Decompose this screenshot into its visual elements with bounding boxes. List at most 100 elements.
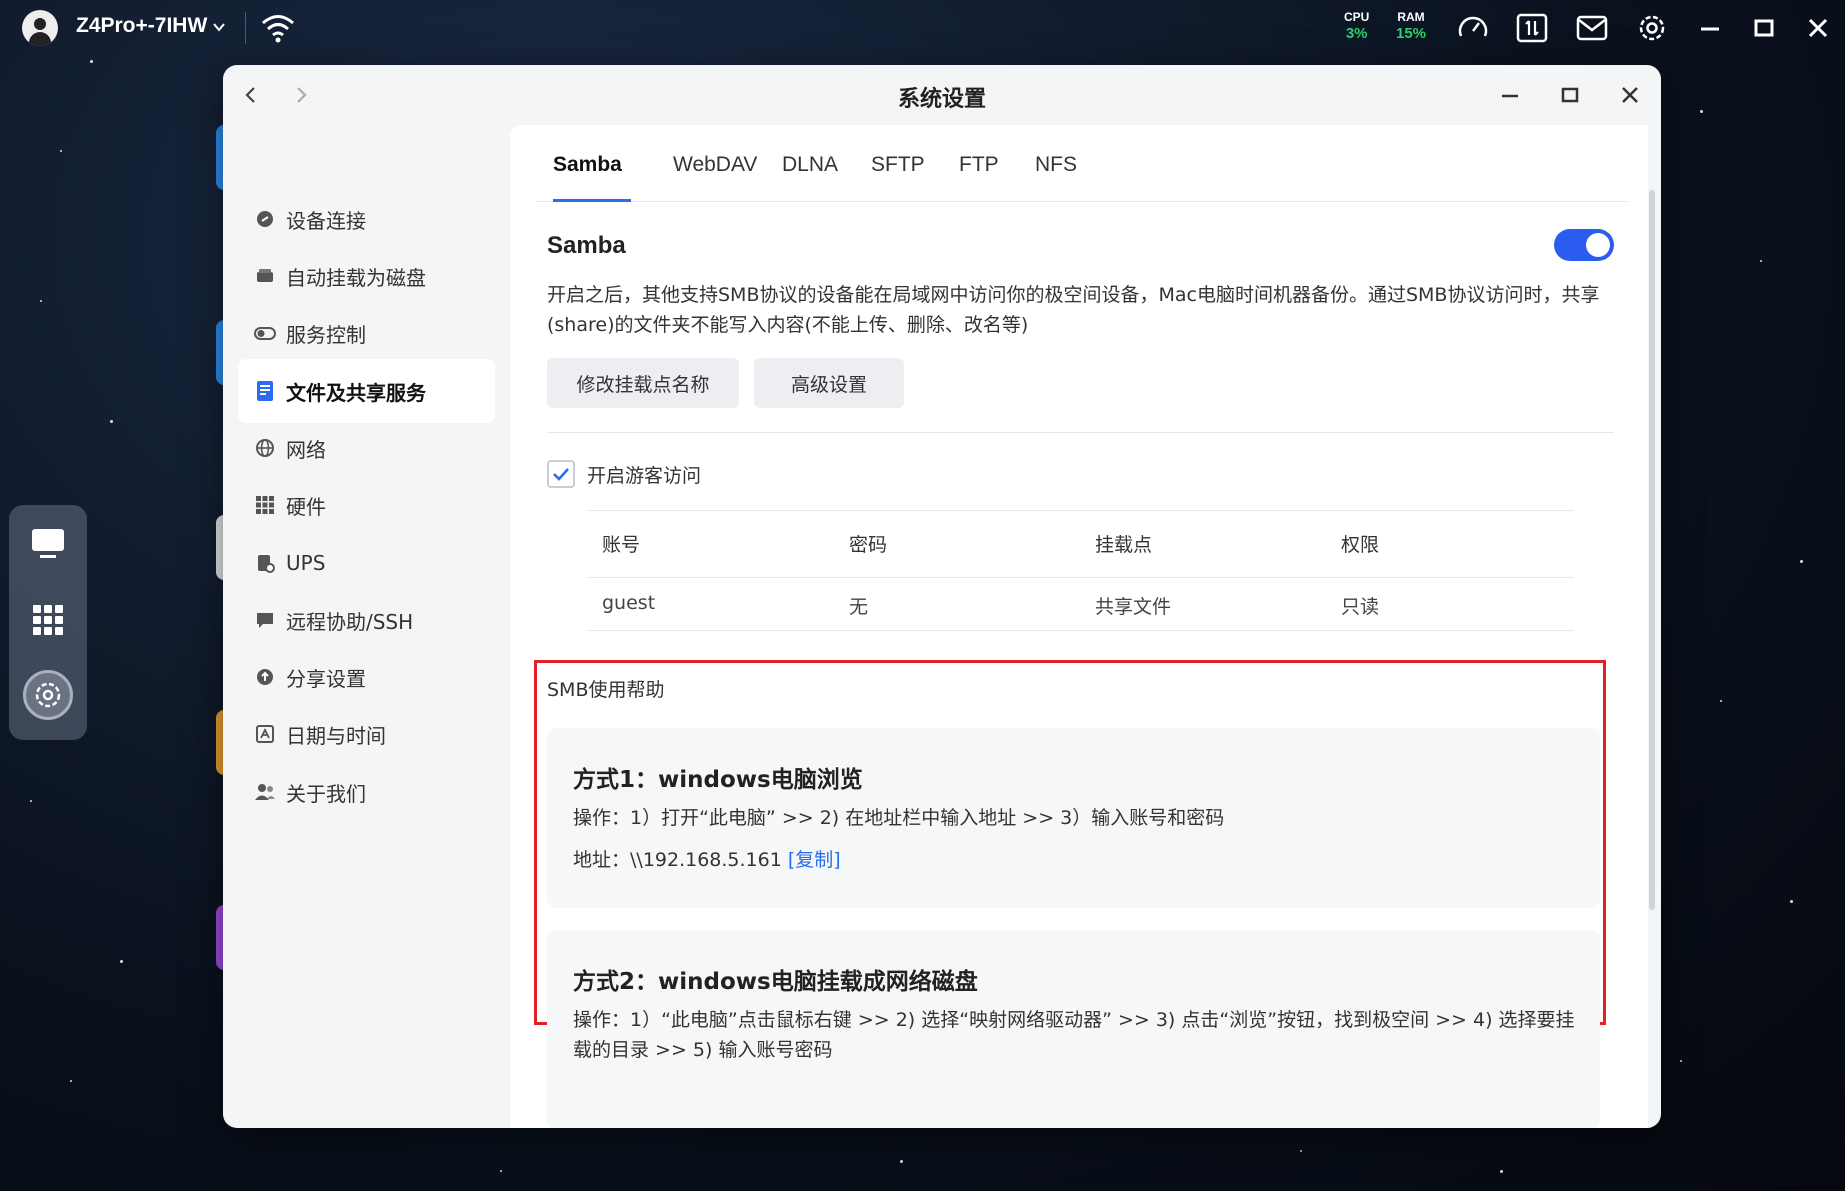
device-name[interactable]: Z4Pro+-7IHW [76,14,207,38]
method1-steps: 操作：1）打开“此电脑” >> 2) 在地址栏中输入地址 >> 3）输入账号和密… [573,807,1225,829]
sidebar-item-ups[interactable]: UPS [238,531,495,595]
wifi-icon[interactable] [260,12,296,44]
settings-icon[interactable] [1635,12,1669,44]
sidebar-item-about[interactable]: 关于我们 [238,760,495,824]
sidebar-item-label: 硬件 [286,494,326,519]
method1-title: 方式1：windows电脑浏览 [573,767,863,793]
sidebar-item-label: 服务控制 [286,322,366,347]
user-avatar[interactable] [22,10,58,46]
ups-icon [254,552,276,574]
chevron-down-icon[interactable] [212,20,226,34]
tab-dlna[interactable]: DLNA [782,153,838,177]
topbar-divider [245,12,246,44]
grid-icon [254,494,276,516]
maximize-icon[interactable] [1747,12,1781,44]
sidebar-item-label: 设备连接 [286,208,366,233]
sidebar-item-label: 自动挂载为磁盘 [286,265,426,290]
calendar-icon [254,723,276,745]
sidebar-item-label: 远程协助/SSH [286,609,414,634]
ram-value: 15% [1396,25,1427,42]
sidebar-item-service-control[interactable]: 服务控制 [238,301,495,365]
drive-icon [254,265,276,287]
window-titlebar[interactable]: 系统设置 [223,65,1661,125]
dock-desktop-button[interactable] [23,519,73,569]
mail-icon[interactable] [1575,12,1609,44]
samba-description: 开启之后，其他支持SMB协议的设备能在局域网中访问你的极空间设备，Mac电脑时间… [547,284,1600,336]
cell-password: 无 [849,596,869,618]
rename-mount-button[interactable]: 修改挂载点名称 [547,358,739,408]
content-scrollbar[interactable] [1649,190,1655,910]
window-minimize-icon[interactable] [1498,83,1522,107]
tab-ftp[interactable]: FTP [959,153,999,177]
samba-enable-toggle[interactable] [1554,229,1614,261]
sidebar-item-share-settings[interactable]: 分享设置 [238,645,495,709]
copy-address-link[interactable]: [复制] [788,849,841,871]
tab-nfs[interactable]: NFS [1035,153,1077,177]
close-icon[interactable] [1801,12,1835,44]
sidebar-item-label: 日期与时间 [286,723,386,748]
settings-window: 系统设置 设备连接 自动挂载为磁盘 服务控制 文件及共享服务 网络 硬件 UPS… [223,65,1661,1128]
checkmark-icon [553,468,569,481]
dock-settings-button[interactable] [23,670,73,720]
resource-monitor-icon[interactable] [1515,12,1549,44]
settings-content: Samba WebDAV DLNA SFTP FTP NFS Samba 开启之… [510,125,1648,1128]
chat-icon [254,609,276,631]
tab-samba[interactable]: Samba [553,153,622,177]
sidebar-item-auto-mount[interactable]: 自动挂载为磁盘 [238,244,495,308]
tab-sftp[interactable]: SFTP [871,153,925,177]
dock-apps-button[interactable] [23,595,73,645]
method1-address: 地址：\\192.168.5.161 [复制] [573,845,1583,875]
link-icon [254,208,276,230]
guest-access-label: 开启游客访问 [587,465,702,487]
system-topbar: Z4Pro+-7IHW CPU 3% RAM 15% [0,0,1845,56]
app-dock [9,505,87,740]
ram-label: RAM [1397,10,1425,24]
service-tabs: Samba WebDAV DLNA SFTP FTP NFS [535,125,1628,202]
sidebar-item-device-connection[interactable]: 设备连接 [238,187,495,251]
sidebar-item-label: 关于我们 [286,781,366,806]
help-title: SMB使用帮助 [547,679,665,701]
sidebar-item-network[interactable]: 网络 [238,416,495,480]
sidebar-item-file-sharing[interactable]: 文件及共享服务 [238,359,495,423]
sidebar-item-hardware[interactable]: 硬件 [238,473,495,537]
column-header-permission: 权限 [1341,534,1380,556]
sidebar-item-label: 网络 [286,437,326,462]
monitor-icon [32,529,64,558]
method2-title: 方式2：windows电脑挂载成网络磁盘 [573,969,978,995]
window-maximize-icon[interactable] [1558,83,1582,107]
table-divider [587,577,1574,578]
dashboard-icon[interactable] [1456,12,1490,44]
globe-icon [254,437,276,459]
column-header-mount-point: 挂载点 [1095,534,1153,556]
tab-webdav[interactable]: WebDAV [673,153,757,177]
window-close-icon[interactable] [1618,83,1642,107]
toggle-icon [254,322,276,344]
divider [547,432,1614,433]
settings-sidebar: 设备连接 自动挂载为磁盘 服务控制 文件及共享服务 网络 硬件 UPS 远程协助… [223,125,510,1128]
cpu-label: CPU [1344,10,1370,24]
share-icon [254,666,276,688]
column-header-account: 账号 [602,534,641,556]
table-divider [587,510,1574,511]
guest-access-checkbox[interactable] [547,460,575,488]
column-header-password: 密码 [849,534,888,556]
cell-mount-point: 共享文件 [1095,596,1172,618]
window-title: 系统设置 [897,87,986,112]
gear-icon [35,682,61,708]
sidebar-item-remote-ssh[interactable]: 远程协助/SSH [238,588,495,652]
method2-steps: 操作：1）“此电脑”点击鼠标右键 >> 2) 选择“映射网络驱动器” >> 3)… [573,1009,1575,1061]
address-label: 地址： [573,849,631,871]
table-divider [587,630,1574,631]
advanced-settings-button[interactable]: 高级设置 [754,358,904,408]
cell-permission: 只读 [1341,596,1380,618]
app-grid-icon [33,605,63,635]
active-tab-indicator [553,199,631,202]
file-share-icon [254,380,276,402]
address-value: \\192.168.5.161 [630,849,782,871]
cpu-usage: CPU 3% [1344,10,1369,42]
users-icon [254,781,276,803]
section-title: Samba [547,232,626,259]
sidebar-item-date-time[interactable]: 日期与时间 [238,702,495,766]
sidebar-item-label: 分享设置 [286,666,366,691]
minimize-icon[interactable] [1693,12,1727,44]
